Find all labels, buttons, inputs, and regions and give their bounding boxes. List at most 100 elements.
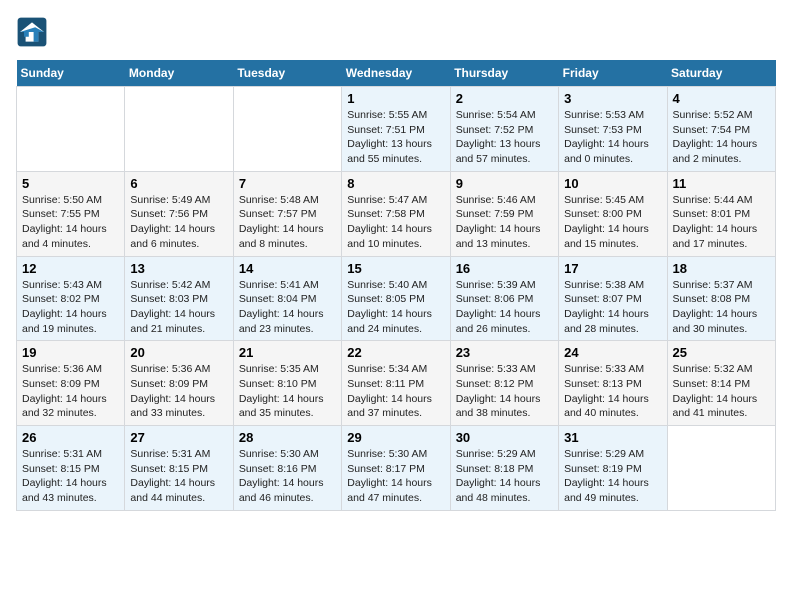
calendar-week-row: 19 Sunrise: 5:36 AMSunset: 8:09 PMDayligh…: [17, 341, 776, 426]
calendar-week-row: 5 Sunrise: 5:50 AMSunset: 7:55 PMDaylight…: [17, 171, 776, 256]
calendar-cell: 2Sunrise: 5:54 AMSunset: 7:52 PMDaylight…: [450, 87, 558, 172]
day-info: Sunrise: 5:29 AMSunset: 8:18 PMDaylight:…: [456, 447, 553, 506]
day-info: Sunrise: 5:36 AMSunset: 8:09 PMDaylight:…: [22, 362, 119, 421]
calendar-cell: 10 Sunrise: 5:45 AMSunset: 8:00 PMDayligh…: [559, 171, 667, 256]
day-number: 25: [673, 345, 770, 360]
day-number: 13: [130, 261, 227, 276]
calendar-cell: [233, 87, 341, 172]
calendar-cell: 1 Sunrise: 5:55 AMSunset: 7:51 PMDaylight…: [342, 87, 450, 172]
calendar-cell: [125, 87, 233, 172]
calendar-week-row: 26 Sunrise: 5:31 AMSunset: 8:15 PMDayligh…: [17, 426, 776, 511]
logo: [16, 16, 52, 48]
day-info: Sunrise: 5:41 AMSunset: 8:04 PMDaylight:…: [239, 278, 336, 337]
weekday-header: Wednesday: [342, 60, 450, 87]
weekday-header: Thursday: [450, 60, 558, 87]
weekday-header: Friday: [559, 60, 667, 87]
calendar-cell: 15 Sunrise: 5:40 AMSunset: 8:05 PMDayligh…: [342, 256, 450, 341]
calendar-cell: 3 Sunrise: 5:53 AMSunset: 7:53 PMDaylight…: [559, 87, 667, 172]
calendar-table: SundayMondayTuesdayWednesdayThursdayFrid…: [16, 60, 776, 511]
day-info: Sunrise: 5:42 AMSunset: 8:03 PMDaylight:…: [130, 278, 227, 337]
calendar-cell: 22Sunrise: 5:34 AMSunset: 8:11 PMDayligh…: [342, 341, 450, 426]
calendar-cell: 4 Sunrise: 5:52 AMSunset: 7:54 PMDaylight…: [667, 87, 775, 172]
calendar-cell: 23Sunrise: 5:33 AMSunset: 8:12 PMDayligh…: [450, 341, 558, 426]
day-number: 26: [22, 430, 119, 445]
day-number: 1: [347, 91, 444, 106]
calendar-cell: 24Sunrise: 5:33 AMSunset: 8:13 PMDayligh…: [559, 341, 667, 426]
day-number: 23: [456, 345, 553, 360]
day-info: Sunrise: 5:31 AMSunset: 8:15 PMDaylight:…: [130, 447, 227, 506]
day-number: 4: [673, 91, 770, 106]
calendar-cell: 5 Sunrise: 5:50 AMSunset: 7:55 PMDaylight…: [17, 171, 125, 256]
day-info: Sunrise: 5:40 AMSunset: 8:05 PMDaylight:…: [347, 278, 444, 337]
calendar-cell: [667, 426, 775, 511]
day-info: Sunrise: 5:48 AMSunset: 7:57 PMDaylight:…: [239, 193, 336, 252]
day-info: Sunrise: 5:47 AMSunset: 7:58 PMDaylight:…: [347, 193, 444, 252]
calendar-cell: 25 Sunrise: 5:32 AMSunset: 8:14 PMDayligh…: [667, 341, 775, 426]
calendar-cell: 11Sunrise: 5:44 AMSunset: 8:01 PMDayligh…: [667, 171, 775, 256]
calendar-cell: 19 Sunrise: 5:36 AMSunset: 8:09 PMDayligh…: [17, 341, 125, 426]
day-number: 14: [239, 261, 336, 276]
day-info: Sunrise: 5:55 AMSunset: 7:51 PMDaylight:…: [347, 108, 444, 167]
calendar-cell: 6 Sunrise: 5:49 AMSunset: 7:56 PMDaylight…: [125, 171, 233, 256]
day-number: 19: [22, 345, 119, 360]
calendar-cell: 14 Sunrise: 5:41 AMSunset: 8:04 PMDayligh…: [233, 256, 341, 341]
day-info: Sunrise: 5:53 AMSunset: 7:53 PMDaylight:…: [564, 108, 661, 167]
day-info: Sunrise: 5:33 AMSunset: 8:13 PMDaylight:…: [564, 362, 661, 421]
day-number: 15: [347, 261, 444, 276]
day-number: 6: [130, 176, 227, 191]
day-number: 21: [239, 345, 336, 360]
calendar-cell: 20 Sunrise: 5:36 AMSunset: 8:09 PMDayligh…: [125, 341, 233, 426]
calendar-week-row: 12 Sunrise: 5:43 AMSunset: 8:02 PMDayligh…: [17, 256, 776, 341]
calendar-cell: 7 Sunrise: 5:48 AMSunset: 7:57 PMDaylight…: [233, 171, 341, 256]
day-info: Sunrise: 5:46 AMSunset: 7:59 PMDaylight:…: [456, 193, 553, 252]
day-number: 18: [673, 261, 770, 276]
day-number: 3: [564, 91, 661, 106]
day-number: 31: [564, 430, 661, 445]
day-info: Sunrise: 5:43 AMSunset: 8:02 PMDaylight:…: [22, 278, 119, 337]
day-number: 20: [130, 345, 227, 360]
calendar-cell: 21 Sunrise: 5:35 AMSunset: 8:10 PMDayligh…: [233, 341, 341, 426]
calendar-cell: [17, 87, 125, 172]
day-info: Sunrise: 5:38 AMSunset: 8:07 PMDaylight:…: [564, 278, 661, 337]
day-info: Sunrise: 5:32 AMSunset: 8:14 PMDaylight:…: [673, 362, 770, 421]
day-info: Sunrise: 5:37 AMSunset: 8:08 PMDaylight:…: [673, 278, 770, 337]
day-info: Sunrise: 5:30 AMSunset: 8:17 PMDaylight:…: [347, 447, 444, 506]
day-number: 22: [347, 345, 444, 360]
day-info: Sunrise: 5:50 AMSunset: 7:55 PMDaylight:…: [22, 193, 119, 252]
calendar-cell: 17 Sunrise: 5:38 AMSunset: 8:07 PMDayligh…: [559, 256, 667, 341]
day-number: 12: [22, 261, 119, 276]
day-info: Sunrise: 5:36 AMSunset: 8:09 PMDaylight:…: [130, 362, 227, 421]
calendar-cell: 26 Sunrise: 5:31 AMSunset: 8:15 PMDayligh…: [17, 426, 125, 511]
day-info: Sunrise: 5:39 AMSunset: 8:06 PMDaylight:…: [456, 278, 553, 337]
day-number: 28: [239, 430, 336, 445]
day-info: Sunrise: 5:35 AMSunset: 8:10 PMDaylight:…: [239, 362, 336, 421]
logo-icon: [16, 16, 48, 48]
day-info: Sunrise: 5:45 AMSunset: 8:00 PMDaylight:…: [564, 193, 661, 252]
day-info: Sunrise: 5:30 AMSunset: 8:16 PMDaylight:…: [239, 447, 336, 506]
day-number: 8: [347, 176, 444, 191]
calendar-cell: 8 Sunrise: 5:47 AMSunset: 7:58 PMDaylight…: [342, 171, 450, 256]
calendar-cell: 31Sunrise: 5:29 AMSunset: 8:19 PMDayligh…: [559, 426, 667, 511]
weekday-header: Monday: [125, 60, 233, 87]
calendar-cell: 16Sunrise: 5:39 AMSunset: 8:06 PMDayligh…: [450, 256, 558, 341]
calendar-cell: 29 Sunrise: 5:30 AMSunset: 8:17 PMDayligh…: [342, 426, 450, 511]
day-info: Sunrise: 5:49 AMSunset: 7:56 PMDaylight:…: [130, 193, 227, 252]
weekday-header: Saturday: [667, 60, 775, 87]
weekday-header-row: SundayMondayTuesdayWednesdayThursdayFrid…: [17, 60, 776, 87]
calendar-cell: 18 Sunrise: 5:37 AMSunset: 8:08 PMDayligh…: [667, 256, 775, 341]
day-number: 2: [456, 91, 553, 106]
calendar-week-row: 1 Sunrise: 5:55 AMSunset: 7:51 PMDaylight…: [17, 87, 776, 172]
day-info: Sunrise: 5:31 AMSunset: 8:15 PMDaylight:…: [22, 447, 119, 506]
weekday-header: Sunday: [17, 60, 125, 87]
day-number: 17: [564, 261, 661, 276]
day-number: 29: [347, 430, 444, 445]
day-number: 7: [239, 176, 336, 191]
calendar-cell: 27Sunrise: 5:31 AMSunset: 8:15 PMDayligh…: [125, 426, 233, 511]
calendar-cell: 30Sunrise: 5:29 AMSunset: 8:18 PMDayligh…: [450, 426, 558, 511]
day-number: 5: [22, 176, 119, 191]
calendar-cell: 13 Sunrise: 5:42 AMSunset: 8:03 PMDayligh…: [125, 256, 233, 341]
day-number: 9: [456, 176, 553, 191]
day-number: 10: [564, 176, 661, 191]
day-info: Sunrise: 5:52 AMSunset: 7:54 PMDaylight:…: [673, 108, 770, 167]
weekday-header: Tuesday: [233, 60, 341, 87]
